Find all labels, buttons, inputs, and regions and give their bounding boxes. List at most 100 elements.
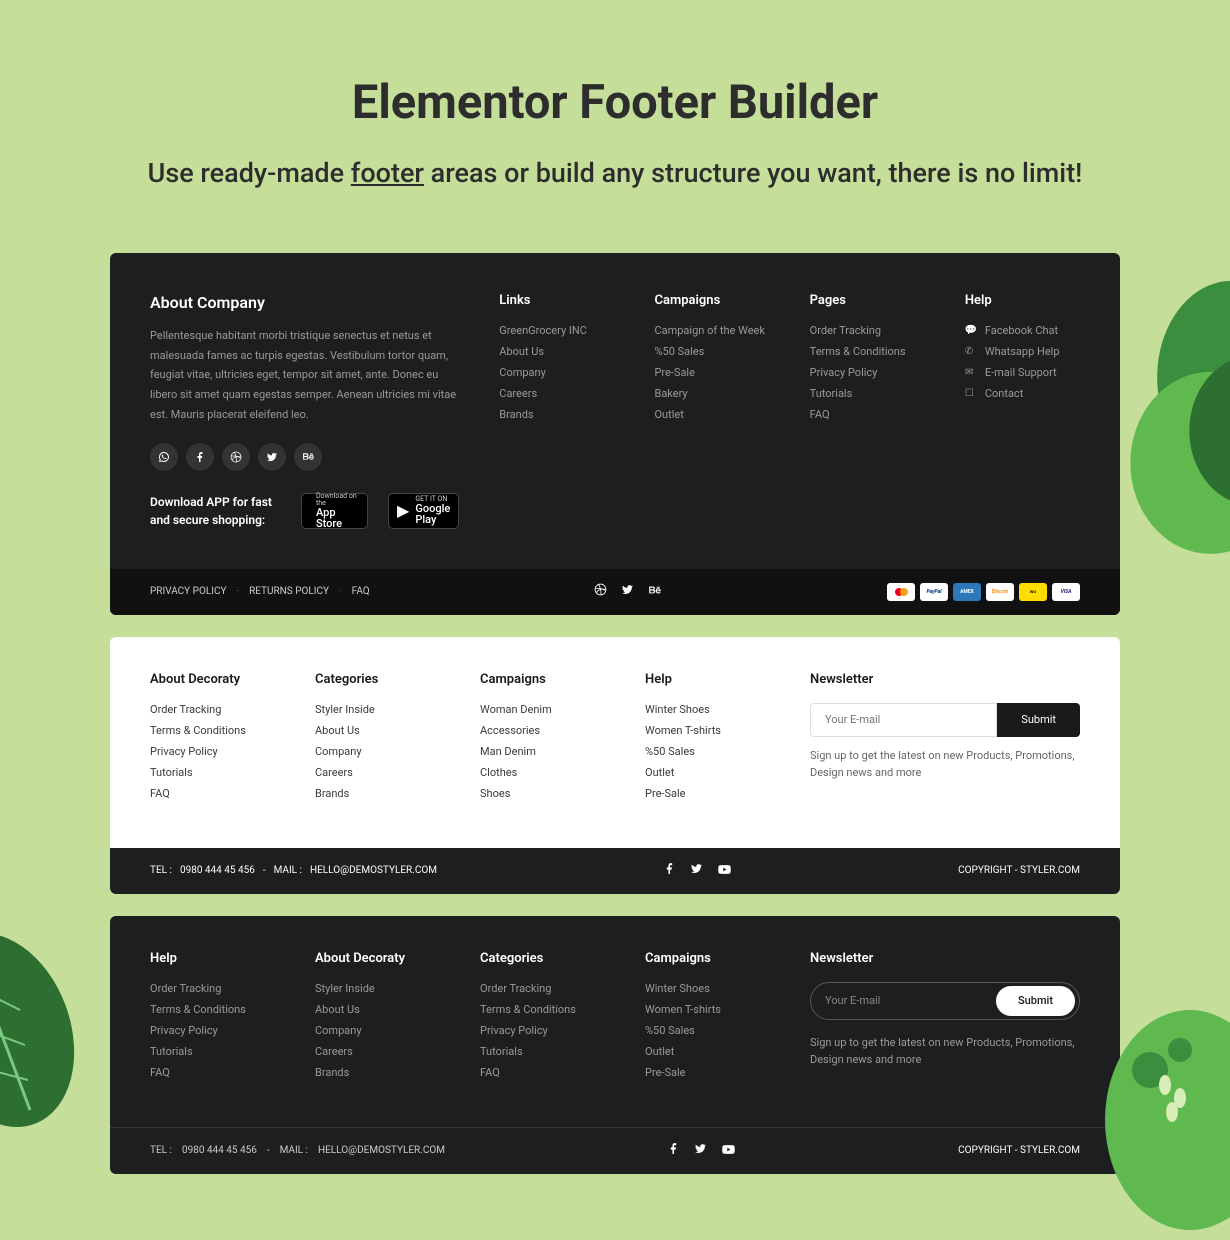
footer-link[interactable]: Styler Inside: [315, 703, 450, 716]
links-list: GreenGrocery INC About Us Company Career…: [499, 324, 614, 421]
facebook-icon[interactable]: [186, 443, 214, 471]
google-play-button[interactable]: ▶GET IT ONGoogle Play: [388, 493, 459, 529]
mastercard-icon: [887, 583, 915, 601]
email-input[interactable]: [810, 703, 997, 737]
contact-icon: ☐: [965, 388, 977, 399]
legal-link[interactable]: FAQ: [352, 586, 370, 597]
footer-link[interactable]: ☐Contact: [965, 387, 1080, 400]
footer-link[interactable]: Campaign of the Week: [654, 324, 769, 337]
dribbble-icon[interactable]: [594, 583, 607, 600]
copyright: COPYRIGHT - STYLER.COM: [958, 1145, 1080, 1156]
footer-link[interactable]: FAQ: [150, 787, 285, 800]
footer-link[interactable]: Order Tracking: [150, 982, 285, 995]
help-heading: Help: [965, 293, 1080, 308]
help-heading: Help: [645, 672, 780, 687]
email-input[interactable]: [825, 994, 996, 1007]
footer-link[interactable]: Privacy Policy: [810, 366, 925, 379]
footer-link[interactable]: Women T-shirts: [645, 724, 780, 737]
twitter-icon[interactable]: [690, 862, 703, 880]
footer-link[interactable]: Pre-Sale: [654, 366, 769, 379]
twitter-icon[interactable]: [258, 443, 286, 471]
download-label: Download APP for fast and secure shoppin…: [150, 493, 281, 529]
footer-link[interactable]: Styler Inside: [315, 982, 450, 995]
footer-link[interactable]: Bakery: [654, 387, 769, 400]
facebook-icon[interactable]: [663, 862, 676, 880]
footer-link[interactable]: Tutorials: [150, 766, 285, 779]
footer-link[interactable]: Accessories: [480, 724, 615, 737]
whatsapp-icon[interactable]: [150, 443, 178, 471]
footer-link[interactable]: Brands: [499, 408, 614, 421]
footer-link[interactable]: Clothes: [480, 766, 615, 779]
footer-link[interactable]: Privacy Policy: [150, 1024, 285, 1037]
help-heading: Help: [150, 951, 285, 966]
newsletter-text: Sign up to get the latest on new Product…: [810, 747, 1080, 782]
contact-info: TEL :0980 444 45 456 - MAIL :HELLO@DEMOS…: [150, 865, 437, 876]
youtube-icon[interactable]: [717, 862, 732, 880]
footer-link[interactable]: Outlet: [654, 408, 769, 421]
footer-link[interactable]: Careers: [499, 387, 614, 400]
footer-link[interactable]: Terms & Conditions: [150, 1003, 285, 1016]
footer-link[interactable]: Pre-Sale: [645, 1066, 780, 1079]
footer-link[interactable]: Brands: [315, 1066, 450, 1079]
paypal-icon: PayPal: [920, 583, 948, 601]
footer-link[interactable]: Careers: [315, 1045, 450, 1058]
footer-link[interactable]: Order Tracking: [150, 703, 285, 716]
footer-link[interactable]: Terms & Conditions: [810, 345, 925, 358]
footer-link[interactable]: Man Denim: [480, 745, 615, 758]
amex-icon: AMEX: [953, 583, 981, 601]
submit-button[interactable]: Submit: [997, 703, 1080, 737]
footer-link[interactable]: Tutorials: [480, 1045, 615, 1058]
footer-link[interactable]: %50 Sales: [654, 345, 769, 358]
footer-link[interactable]: ✉E-mail Support: [965, 366, 1080, 379]
footer-link[interactable]: Brands: [315, 787, 450, 800]
footer-link[interactable]: About Us: [315, 1003, 450, 1016]
behance-icon[interactable]: [294, 443, 322, 471]
footer-link[interactable]: About Us: [499, 345, 614, 358]
footer-link[interactable]: 💬Facebook Chat: [965, 324, 1080, 337]
categories-heading: Categories: [480, 951, 615, 966]
footer-link[interactable]: Outlet: [645, 766, 780, 779]
pages-list: Order Tracking Terms & Conditions Privac…: [810, 324, 925, 421]
footer-link[interactable]: Shoes: [480, 787, 615, 800]
legal-link[interactable]: RETURNS POLICY: [249, 586, 329, 597]
legal-link[interactable]: PRIVACY POLICY: [150, 586, 226, 597]
visa-icon: VISA: [1052, 583, 1080, 601]
footer-link[interactable]: ✆Whatsapp Help: [965, 345, 1080, 358]
twitter-icon[interactable]: [694, 1142, 707, 1160]
footer-link[interactable]: Privacy Policy: [480, 1024, 615, 1037]
twitter-icon[interactable]: [621, 583, 634, 600]
footer-link[interactable]: GreenGrocery INC: [499, 324, 614, 337]
footer-link[interactable]: Company: [499, 366, 614, 379]
footer-link[interactable]: FAQ: [480, 1066, 615, 1079]
footer-link[interactable]: Women T-shirts: [645, 1003, 780, 1016]
footer-link[interactable]: Terms & Conditions: [150, 724, 285, 737]
footer-link[interactable]: FAQ: [150, 1066, 285, 1079]
whatsapp-icon: ✆: [965, 346, 977, 357]
footer-link[interactable]: Privacy Policy: [150, 745, 285, 758]
behance-icon[interactable]: [648, 583, 662, 600]
submit-button[interactable]: Submit: [996, 986, 1075, 1016]
footer-link[interactable]: Company: [315, 745, 450, 758]
app-store-button[interactable]: Download on theApp Store: [301, 493, 368, 529]
footer-link[interactable]: Order Tracking: [810, 324, 925, 337]
footer-link[interactable]: Woman Denim: [480, 703, 615, 716]
footer-link[interactable]: Order Tracking: [480, 982, 615, 995]
footer-link[interactable]: Tutorials: [150, 1045, 285, 1058]
about-heading: About Company: [150, 293, 459, 312]
footer-link[interactable]: Tutorials: [810, 387, 925, 400]
footer-link[interactable]: Careers: [315, 766, 450, 779]
footer-link[interactable]: %50 Sales: [645, 1024, 780, 1037]
footer-link[interactable]: Winter Shoes: [645, 982, 780, 995]
page-subtitle: Use ready-made footer areas or build any…: [0, 155, 1230, 193]
footer-link[interactable]: Winter Shoes: [645, 703, 780, 716]
footer-link[interactable]: Company: [315, 1024, 450, 1037]
footer-link[interactable]: Terms & Conditions: [480, 1003, 615, 1016]
dribbble-icon[interactable]: [222, 443, 250, 471]
footer-link[interactable]: Outlet: [645, 1045, 780, 1058]
footer-link[interactable]: FAQ: [810, 408, 925, 421]
footer-link[interactable]: %50 Sales: [645, 745, 780, 758]
facebook-icon[interactable]: [667, 1142, 680, 1160]
youtube-icon[interactable]: [721, 1142, 736, 1160]
footer-link[interactable]: Pre-Sale: [645, 787, 780, 800]
footer-link[interactable]: About Us: [315, 724, 450, 737]
